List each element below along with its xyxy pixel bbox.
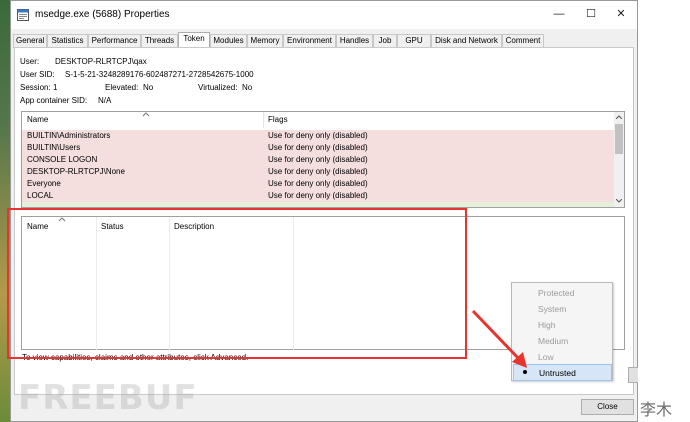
virtualized-value: No	[242, 83, 253, 92]
tab-general[interactable]: General	[13, 34, 47, 48]
group-flags: Use for deny only (disabled)	[268, 167, 368, 176]
column-header-flags[interactable]: Flags	[268, 112, 288, 128]
group-flags: Use for deny only (disabled)	[268, 155, 368, 164]
group-flags: Use for deny only (disabled)	[268, 179, 368, 188]
group-name: DESKTOP-RLRTCPJ\None	[27, 167, 125, 176]
session-label: Session:	[20, 83, 51, 92]
app-container-sid-value: N/A	[98, 96, 112, 105]
app-container-sid-label: App container SID:	[20, 96, 88, 105]
tab-performance[interactable]: Performance	[88, 34, 141, 48]
scroll-up-icon[interactable]	[616, 115, 622, 119]
tab-comment[interactable]: Comment	[502, 34, 544, 48]
tab-environment[interactable]: Environment	[283, 34, 336, 48]
group-flags: Use for deny only (disabled)	[268, 143, 368, 152]
user-sid-label: User SID:	[20, 70, 55, 79]
elevated-value: No	[143, 83, 154, 92]
group-name: CONSOLE LOGON	[27, 155, 98, 164]
groups-list[interactable]: Name Flags BUILTIN\Administrators Use fo…	[21, 111, 625, 208]
annotation-arrow-icon	[471, 309, 527, 368]
tab-gpu[interactable]: GPU	[397, 34, 431, 48]
elevated-label: Elevated:	[105, 83, 139, 92]
session-value: 1	[53, 83, 58, 92]
column-divider	[263, 112, 264, 128]
desktop-background-right	[636, 0, 690, 422]
sort-ascending-icon	[142, 112, 150, 117]
table-row[interactable]: LOCAL Use for deny only (disabled)	[22, 190, 614, 202]
close-window-button[interactable]: ✕	[609, 4, 633, 24]
table-row[interactable]: CONSOLE LOGON Use for deny only (disable…	[22, 154, 614, 166]
user-value: DESKTOP-RLRTCPJ\qax	[55, 57, 147, 66]
table-row[interactable]: DESKTOP-RLRTCPJ\None Use for deny only (…	[22, 166, 614, 178]
scroll-down-icon[interactable]	[616, 199, 622, 203]
app-icon	[17, 9, 29, 21]
column-divider	[96, 217, 97, 351]
tab-handles[interactable]: Handles	[336, 34, 373, 48]
column-divider	[169, 217, 170, 351]
table-row[interactable]: Everyone Use for deny only (disabled)	[22, 178, 614, 190]
group-name: LOCAL	[27, 191, 54, 200]
virtualized-label: Virtualized:	[198, 83, 238, 92]
maximize-button[interactable]: ☐	[579, 4, 603, 24]
tab-memory[interactable]: Memory	[247, 34, 283, 48]
advanced-button[interactable]	[628, 367, 638, 383]
group-flags: Use for deny only (disabled)	[268, 191, 368, 200]
tab-threads[interactable]: Threads	[141, 34, 178, 48]
user-sid-value: S-1-5-21-3248289176-602487271-2728542675…	[65, 70, 254, 79]
watermark-logo: FREEBUF	[18, 378, 198, 418]
tab-disk-and-network[interactable]: Disk and Network	[431, 34, 502, 48]
table-row[interactable]: BUILTIN\Administrators Use for deny only…	[22, 130, 614, 142]
group-name: BUILTIN\Administrators	[27, 131, 111, 140]
tab-job[interactable]: Job	[373, 34, 397, 48]
group-name: BUILTIN\Users	[27, 143, 81, 152]
close-button[interactable]: Close	[581, 399, 634, 415]
radio-dot-icon	[523, 370, 527, 374]
column-header-status[interactable]: Status	[101, 219, 124, 235]
user-label: User:	[20, 57, 40, 66]
column-divider	[293, 217, 294, 351]
table-row-partial	[22, 202, 614, 207]
tab-modules[interactable]: Modules	[210, 34, 247, 48]
groups-scrollbar[interactable]	[614, 112, 624, 207]
column-header-description[interactable]: Description	[174, 219, 214, 235]
advanced-hint-text: To view capabilities, claims and other a…	[22, 353, 249, 362]
title-bar: msedge.exe (5688) Properties — ☐ ✕	[11, 1, 637, 29]
column-header-name[interactable]: Name	[27, 219, 48, 235]
menu-item-protected[interactable]: Protected	[513, 285, 612, 301]
window-title: msedge.exe (5688) Properties	[35, 9, 170, 20]
menu-item-label: Untrusted	[539, 368, 576, 378]
group-name: Everyone	[27, 179, 61, 188]
scroll-thumb[interactable]	[615, 124, 623, 154]
watermark-author: 李木	[640, 400, 673, 419]
sort-ascending-icon	[58, 217, 66, 222]
column-header-name[interactable]: Name	[27, 112, 48, 128]
minimize-button[interactable]: —	[547, 4, 571, 24]
tab-statistics[interactable]: Statistics	[47, 34, 88, 48]
table-row[interactable]: BUILTIN\Users Use for deny only (disable…	[22, 142, 614, 154]
group-flags: Use for deny only (disabled)	[268, 131, 368, 140]
